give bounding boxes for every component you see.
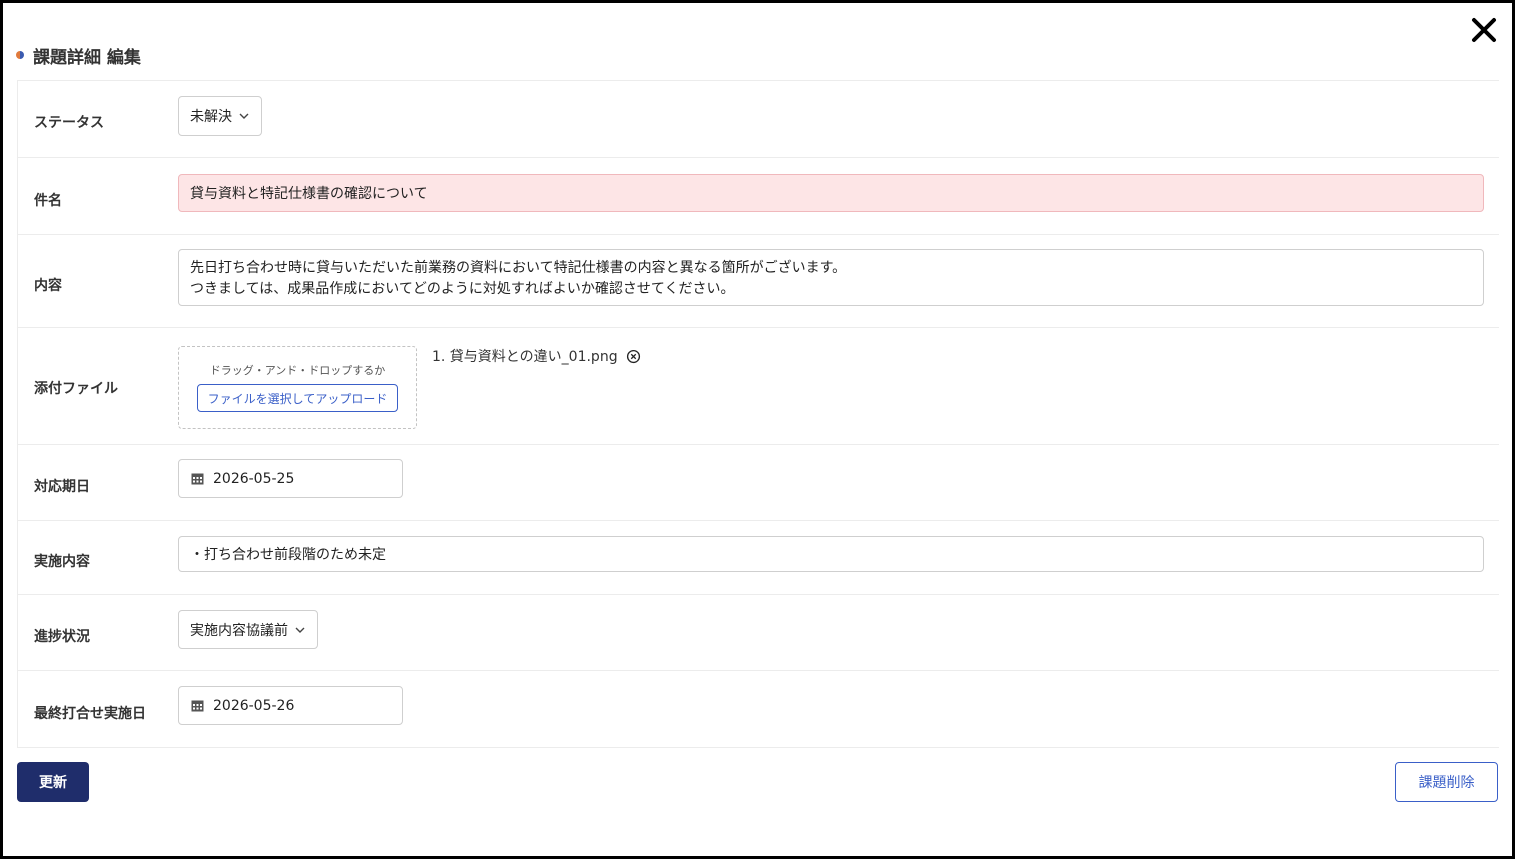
content-line-1: 先日打ち合わせ時に貸与いただいた前業務の資料において特記仕様書の内容と異なる箇所… [190, 260, 847, 276]
action-label: 実施内容 [34, 554, 90, 570]
attachment-label: 添付ファイル [34, 381, 118, 397]
due-date-label: 対応期日 [34, 479, 90, 495]
due-date-input[interactable]: 2026-05-25 [178, 459, 403, 498]
close-icon[interactable] [1469, 15, 1499, 45]
calendar-icon [191, 700, 204, 712]
row-action: 実施内容 ・打ち合わせ前段階のため未定 [18, 521, 1499, 595]
last-meeting-input[interactable]: 2026-05-26 [178, 686, 403, 725]
subject-input[interactable]: 貸与資料と特記仕様書の確認について [178, 174, 1484, 212]
last-meeting-value: 2026-05-26 [213, 697, 295, 714]
issue-form: ステータス 未解決 件名 貸与資料と特記仕様書の確認について 内容 先日打ち合わ… [17, 80, 1499, 748]
issue-edit-dialog: 課題詳細 編集 ステータス 未解決 件名 貸与資料と特記仕様書の確認について 内… [3, 3, 1512, 856]
dropzone-hint: ドラッグ・アンド・ドロップするか [209, 364, 386, 377]
delete-issue-button[interactable]: 課題削除 [1395, 762, 1498, 802]
progress-label: 進捗状況 [34, 629, 90, 645]
dialog-header: 課題詳細 編集 [16, 43, 141, 68]
action-value: ・打ち合わせ前段階のため未定 [190, 547, 386, 563]
title-bullet-icon [16, 51, 24, 59]
attached-file-item: 1. 貸与資料との違い_01.png [432, 346, 641, 366]
update-button[interactable]: 更新 [17, 762, 89, 802]
chevron-down-icon [239, 113, 249, 119]
due-date-value: 2026-05-25 [213, 470, 295, 487]
progress-select[interactable]: 実施内容協議前 [178, 610, 318, 649]
attached-file-name[interactable]: 1. 貸与資料との違い_01.png [432, 346, 618, 366]
upload-file-button[interactable]: ファイルを選択してアップロード [196, 384, 399, 412]
row-due-date: 対応期日 2026-05-25 [18, 445, 1499, 521]
row-attachment: 添付ファイル ドラッグ・アンド・ドロップするか ファイルを選択してアップロード … [18, 328, 1499, 445]
status-select[interactable]: 未解決 [178, 96, 262, 136]
row-status: ステータス 未解決 [18, 81, 1499, 158]
last-meeting-label: 最終打合せ実施日 [34, 706, 146, 722]
subject-value: 貸与資料と特記仕様書の確認について [190, 186, 428, 202]
status-label: ステータス [34, 115, 104, 131]
row-progress: 進捗状況 実施内容協議前 [18, 595, 1499, 671]
row-last-meeting: 最終打合せ実施日 2026-05-26 [18, 671, 1499, 748]
remove-file-icon[interactable] [626, 349, 641, 364]
progress-value: 実施内容協議前 [190, 622, 288, 639]
row-content: 内容 先日打ち合わせ時に貸与いただいた前業務の資料において特記仕様書の内容と異な… [18, 235, 1499, 328]
content-textarea[interactable]: 先日打ち合わせ時に貸与いただいた前業務の資料において特記仕様書の内容と異なる箇所… [178, 249, 1484, 306]
file-dropzone[interactable]: ドラッグ・アンド・ドロップするか ファイルを選択してアップロード [178, 346, 417, 429]
chevron-down-icon [295, 627, 305, 633]
status-value: 未解決 [190, 109, 232, 125]
content-label: 内容 [34, 278, 62, 294]
subject-label: 件名 [34, 193, 62, 209]
calendar-icon [191, 473, 204, 485]
content-line-2: つきましては、成果品作成においてどのように対処すればよいか確認させてください。 [190, 281, 735, 297]
dialog-title: 課題詳細 編集 [33, 47, 141, 68]
row-subject: 件名 貸与資料と特記仕様書の確認について [18, 158, 1499, 235]
action-input[interactable]: ・打ち合わせ前段階のため未定 [178, 536, 1484, 572]
